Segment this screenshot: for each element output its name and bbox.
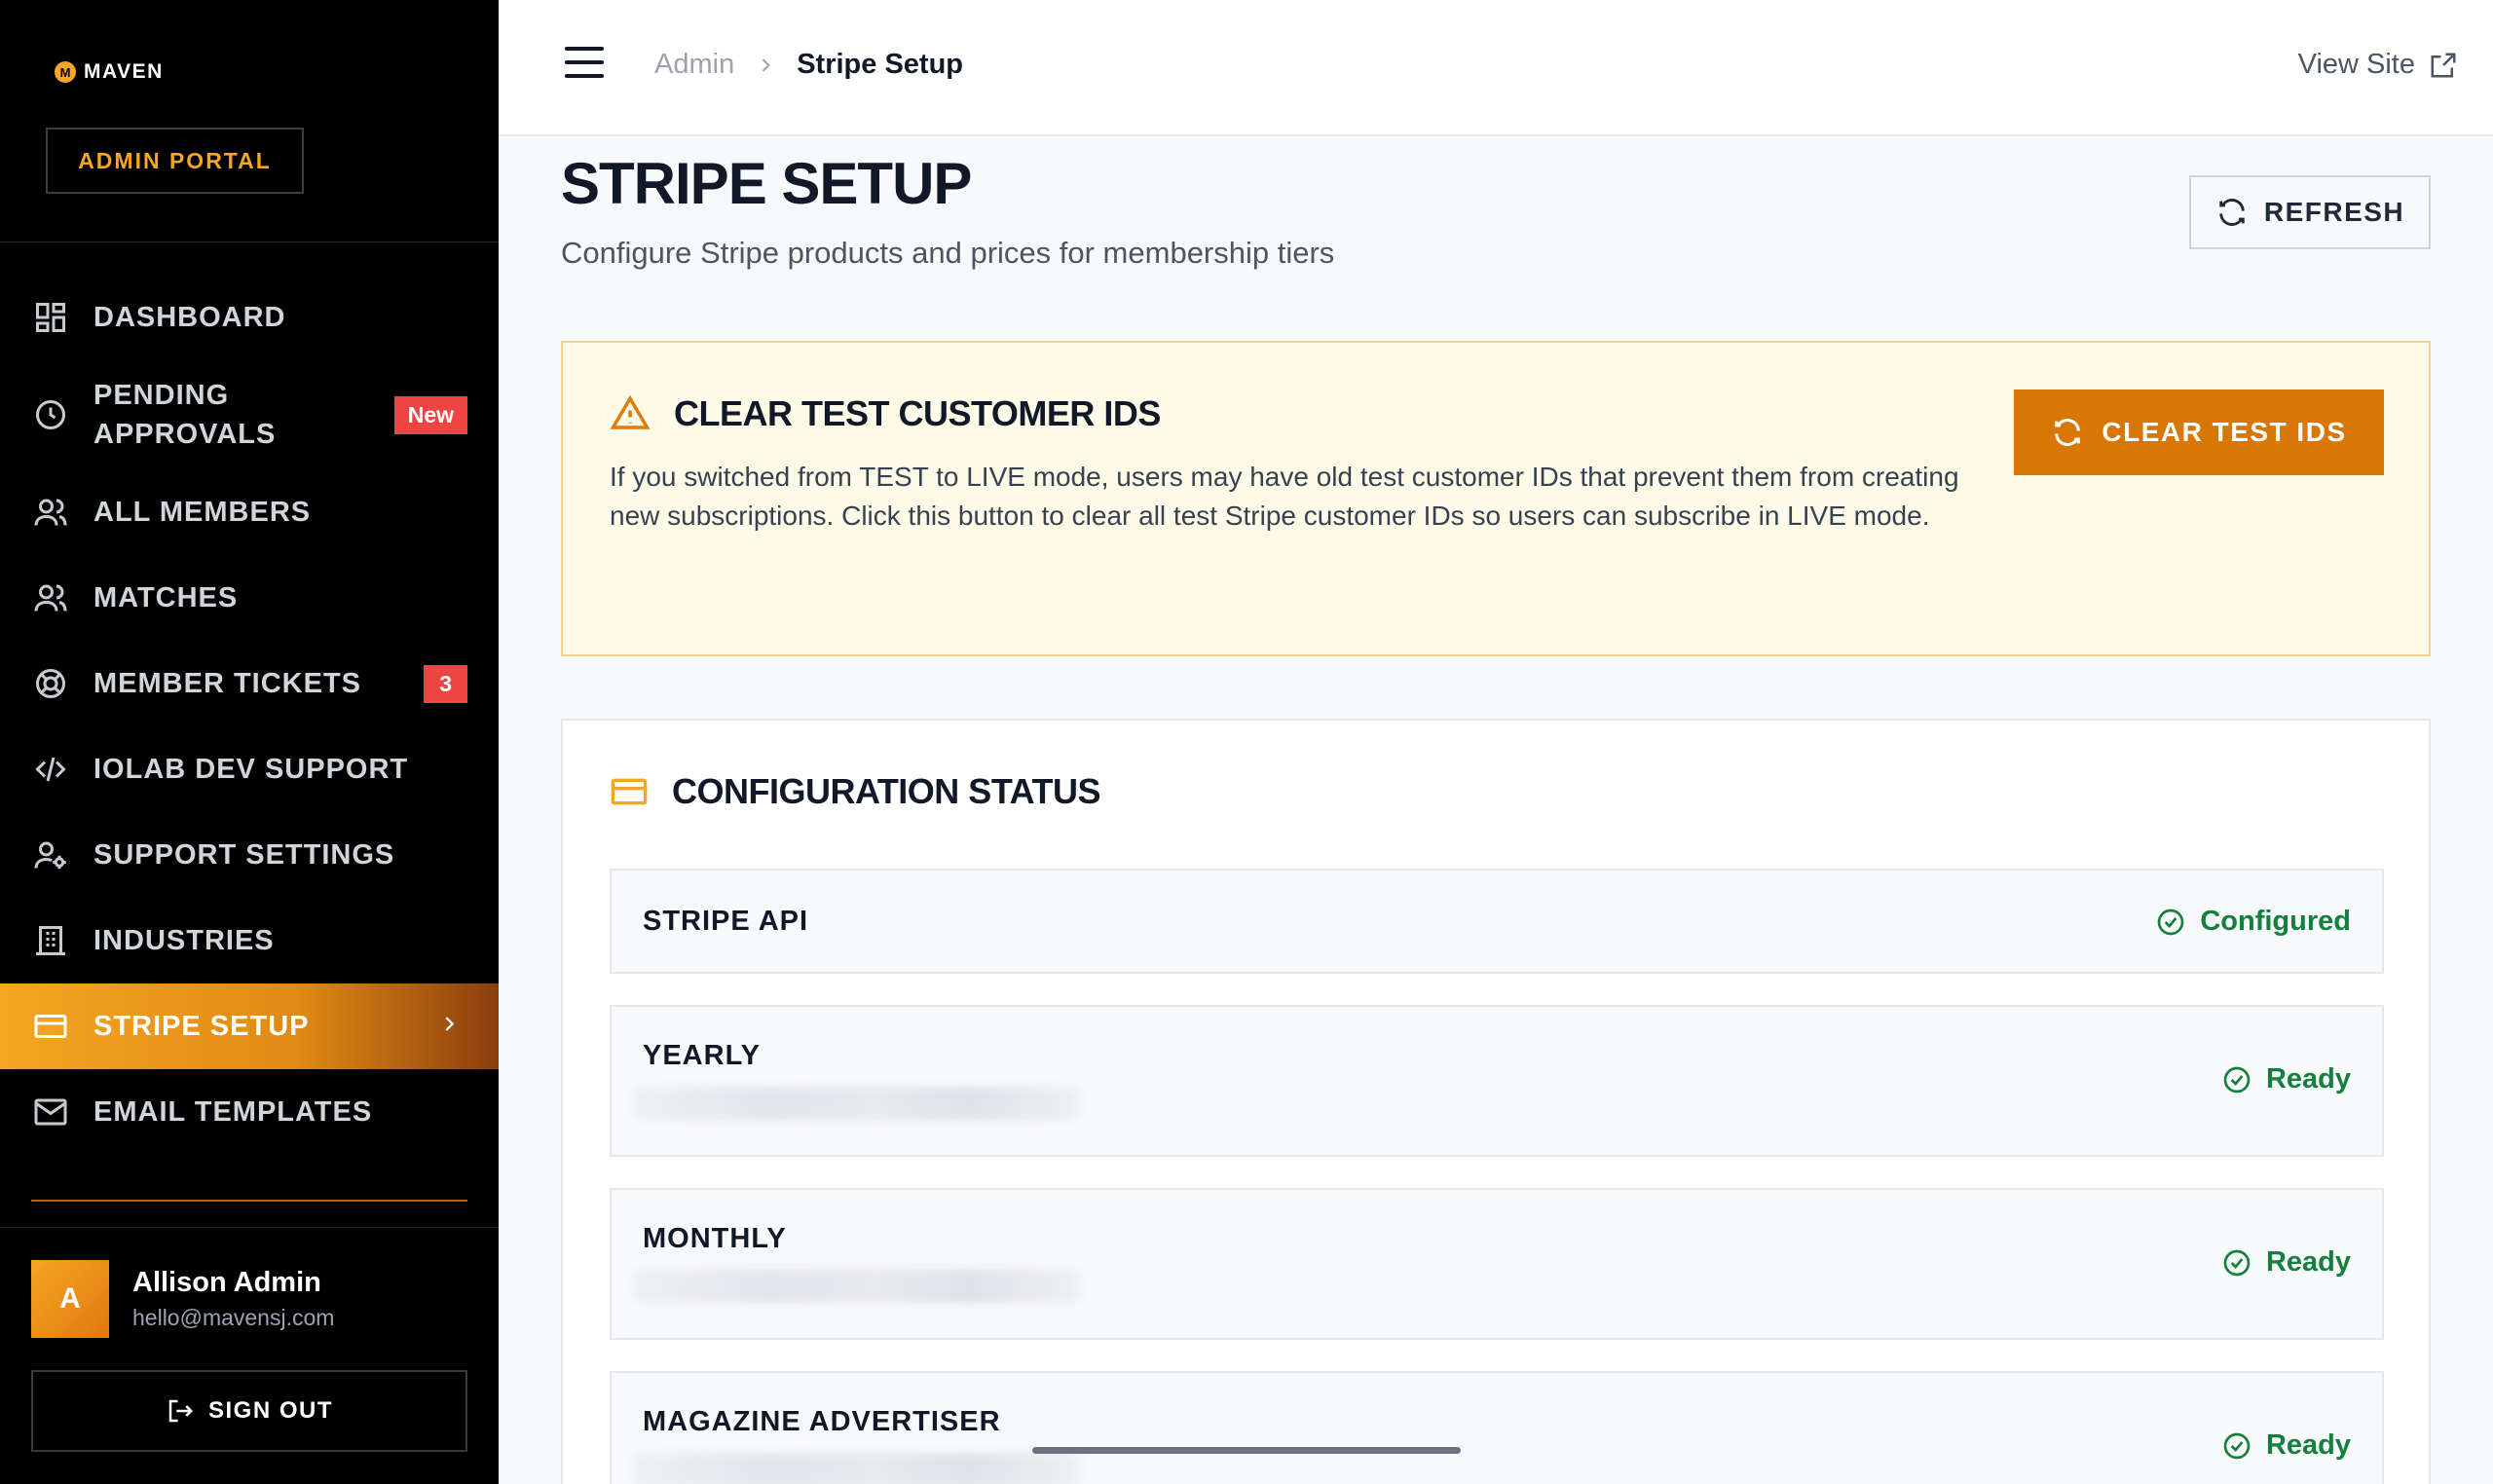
chevron-right-icon [756,56,775,75]
warning-icon [610,394,651,429]
sidebar-item-industries[interactable]: INDUSTRIES [0,898,499,983]
building-icon [31,921,70,960]
warning-title: CLEAR TEST CUSTOMER IDS [674,393,1161,433]
sidebar-item-label: MEMBER TICKETS [93,667,361,699]
status-value: Ready [2221,1246,2351,1279]
credit-card-icon [611,778,648,805]
check-circle-icon [2158,909,2184,935]
sidebar-item-label: SUPPORT SETTINGS [93,838,395,871]
view-site-label: View Site [2297,49,2415,80]
refresh-icon [2055,418,2081,447]
warning-description: If you switched from TEST to LIVE mode, … [610,462,1959,531]
sidebar-divider [0,241,499,242]
breadcrumb-admin-link[interactable]: Admin [654,49,734,81]
check-circle-icon [2223,1066,2251,1093]
status-label: MONTHLY [643,1223,787,1254]
sidebar-item-label: STRIPE SETUP [93,1010,310,1042]
redacted-price-id [633,1270,1081,1303]
admin-portal-badge: ADMIN PORTAL [46,128,304,194]
external-link-icon [2431,53,2456,77]
logout-icon [168,1399,194,1423]
status-value: Configured [2155,906,2351,938]
page-subtitle: Configure Stripe products and prices for… [561,236,1335,270]
sidebar-item-member-tickets[interactable]: MEMBER TICKETS 3 [0,641,499,726]
sidebar-item-label: IOLAB DEV SUPPORT [93,753,409,785]
warning-heading: CLEAR TEST CUSTOMER IDS [610,393,1161,434]
user-name: Allison Admin [132,1267,321,1298]
sidebar-item-support-settings[interactable]: SUPPORT SETTINGS [0,812,499,898]
brand-logo[interactable]: M MAVEN [55,60,164,84]
status-row-monthly: MONTHLY Ready [610,1188,2384,1340]
code-icon [31,750,70,789]
redacted-price-id [633,1087,1081,1120]
redacted-price-id [633,1453,1081,1484]
sidebar-item-iolab-dev-support[interactable]: IOLAB DEV SUPPORT [0,726,499,812]
status-text: Configured [2200,906,2351,937]
status-text: Ready [2265,1246,2351,1278]
logo-mark-icon: M [55,61,76,83]
users-icon [31,578,70,617]
sidebar-divider [0,1227,499,1228]
config-heading: CONFIGURATION STATUS [610,771,1100,812]
sign-out-button[interactable]: SIGN OUT [31,1370,467,1452]
mail-icon [31,1093,70,1132]
sidebar-accent-divider [31,1200,467,1202]
credit-card-icon [31,1007,70,1046]
sidebar: M MAVEN ADMIN PORTAL DASHBOARD PENDING A… [0,0,499,1484]
sidebar-nav: DASHBOARD PENDING APPROVALS New ALL MEMB… [0,275,499,1155]
ticket-count-badge: 3 [424,664,467,703]
clear-test-ids-card: CLEAR TEST CUSTOMER IDS If you switched … [561,341,2431,656]
users-icon [31,493,70,532]
page-title: STRIPE SETUP [561,151,972,216]
check-circle-icon [2223,1432,2251,1459]
config-title: CONFIGURATION STATUS [672,771,1100,811]
sidebar-item-matches[interactable]: MATCHES [0,555,499,641]
sidebar-item-label: INDUSTRIES [93,924,275,956]
sidebar-item-pending-approvals[interactable]: PENDING APPROVALS New [0,360,499,469]
sidebar-item-dashboard[interactable]: DASHBOARD [0,275,499,360]
sidebar-item-stripe-setup[interactable]: STRIPE SETUP [0,983,499,1069]
breadcrumb-current: Stripe Setup [797,49,964,80]
status-label: MAGAZINE ADVERTISER [643,1406,1001,1437]
dashboard-icon [31,298,70,337]
sidebar-item-label: EMAIL TEMPLATES [93,1095,373,1128]
lifebuoy-icon [31,664,70,703]
user-email: hello@mavensj.com [132,1305,335,1330]
refresh-icon [2219,199,2245,226]
refresh-button[interactable]: REFRESH [2189,175,2431,249]
brand-name: MAVEN [84,60,164,83]
status-text: Ready [2265,1429,2351,1461]
status-label: YEARLY [643,1040,761,1071]
sidebar-item-email-templates[interactable]: EMAIL TEMPLATES [0,1069,499,1155]
status-label: STRIPE API [643,906,809,937]
status-text: Ready [2265,1063,2351,1094]
status-row-stripe-api: STRIPE API Configured [610,869,2384,974]
refresh-label: REFRESH [2263,197,2405,227]
home-indicator-bar [1032,1447,1461,1454]
sidebar-item-all-members[interactable]: ALL MEMBERS [0,469,499,555]
status-row-yearly: YEARLY Ready [610,1005,2384,1157]
new-badge: New [393,395,467,434]
breadcrumb: Admin Stripe Setup [654,49,963,81]
status-row-magazine-advertiser: MAGAZINE ADVERTISER Ready [610,1371,2384,1484]
chevron-right-icon [438,1011,460,1043]
sidebar-item-label: DASHBOARD [93,301,286,333]
configuration-status-card: CONFIGURATION STATUS STRIPE API Configur… [561,719,2431,1484]
sidebar-item-label: MATCHES [93,581,239,613]
status-value: Ready [2221,1063,2351,1095]
view-site-link[interactable]: View Site [2298,49,2458,81]
clear-test-ids-button[interactable]: CLEAR TEST IDS [2014,390,2384,475]
sidebar-item-label: ALL MEMBERS [93,496,312,528]
sign-out-label: SIGN OUT [207,1397,333,1424]
status-value: Ready [2221,1429,2351,1462]
clear-test-ids-label: CLEAR TEST IDS [2102,417,2347,447]
user-cog-icon [31,835,70,874]
sidebar-item-label: PENDING APPROVALS [93,380,277,450]
menu-icon[interactable] [565,47,604,86]
check-circle-icon [2223,1249,2251,1276]
clock-icon [31,395,70,434]
top-bar: Admin Stripe Setup View Site [499,0,2493,136]
user-profile: A Allison Admin hello@mavensj.com [31,1260,334,1338]
avatar: A [31,1260,109,1338]
